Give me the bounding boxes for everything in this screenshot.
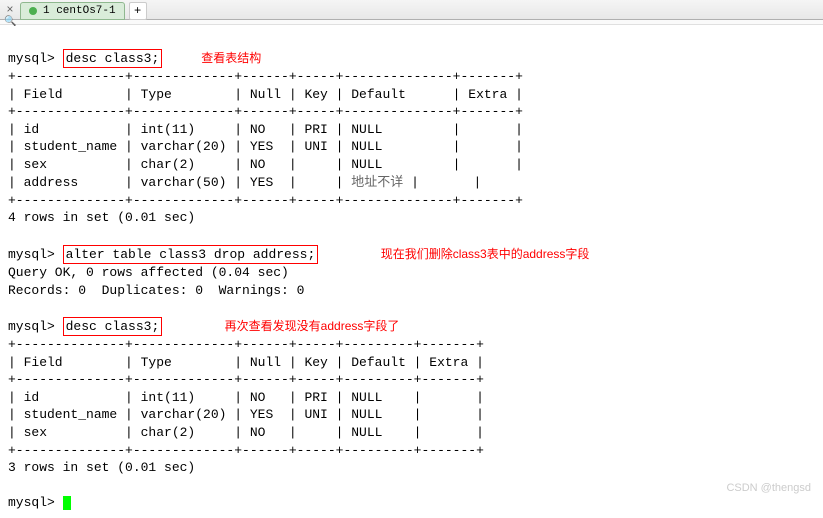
tbl1-row: | sex | char(2) | NO | | NULL | |: [8, 157, 523, 172]
prompt: mysql>: [8, 495, 55, 510]
annotation-2: 现在我们删除class3表中的address字段: [381, 247, 590, 261]
tbl1-border: +--------------+-------------+------+---…: [8, 69, 523, 84]
tbl2-header: | Field | Type | Null | Key | Default | …: [8, 355, 484, 370]
tbl1-border: +--------------+-------------+------+---…: [8, 104, 523, 119]
alter-rec: Records: 0 Duplicates: 0 Warnings: 0: [8, 283, 304, 298]
cursor-icon: [63, 496, 71, 510]
tbl1-row: | id | int(11) | NO | PRI | NULL | |: [8, 122, 523, 137]
prompt: mysql>: [8, 247, 55, 262]
addr-default: 地址不详: [351, 174, 403, 189]
tbl1-row-b: | |: [403, 175, 481, 190]
title-bar: × 1 centOs7-1 +: [0, 0, 823, 20]
tab-label: 1 centOs7-1: [43, 5, 116, 17]
tbl1-summary: 4 rows in set (0.01 sec): [8, 210, 195, 225]
watermark: CSDN @thengsd: [726, 482, 811, 494]
tbl2-row: | id | int(11) | NO | PRI | NULL | |: [8, 390, 484, 405]
tbl2-border: +--------------+-------------+------+---…: [8, 372, 484, 387]
tbl2-border: +--------------+-------------+------+---…: [8, 337, 484, 352]
cmd-box-1: desc class3;: [63, 49, 163, 69]
search-icon: 🔍: [4, 16, 16, 28]
tbl2-border: +--------------+-------------+------+---…: [8, 443, 484, 458]
prompt: mysql>: [8, 319, 55, 334]
tbl1-header: | Field | Type | Null | Key | Default | …: [8, 87, 523, 102]
cmd-box-3: desc class3;: [63, 317, 163, 337]
tab-active[interactable]: 1 centOs7-1: [20, 2, 125, 20]
status-dot-icon: [29, 7, 37, 15]
prompt: mysql>: [8, 51, 55, 66]
annotation-1: 查看表结构: [201, 51, 261, 65]
terminal-output[interactable]: mysql> desc class3; 查看表结构 +-------------…: [0, 25, 823, 518]
tbl1-row: | student_name | varchar(20) | YES | UNI…: [8, 139, 523, 154]
new-tab-button[interactable]: +: [129, 2, 147, 20]
cmd-box-2: alter table class3 drop address;: [63, 245, 319, 265]
tbl1-row-a: | address | varchar(50) | YES | |: [8, 175, 351, 190]
tbl2-row: | sex | char(2) | NO | | NULL | |: [8, 425, 484, 440]
tbl1-border: +--------------+-------------+------+---…: [8, 193, 523, 208]
alter-ok: Query OK, 0 rows affected (0.04 sec): [8, 265, 289, 280]
annotation-3: 再次查看发现没有address字段了: [225, 319, 400, 333]
tbl2-row: | student_name | varchar(20) | YES | UNI…: [8, 407, 484, 422]
tbl2-summary: 3 rows in set (0.01 sec): [8, 460, 195, 475]
